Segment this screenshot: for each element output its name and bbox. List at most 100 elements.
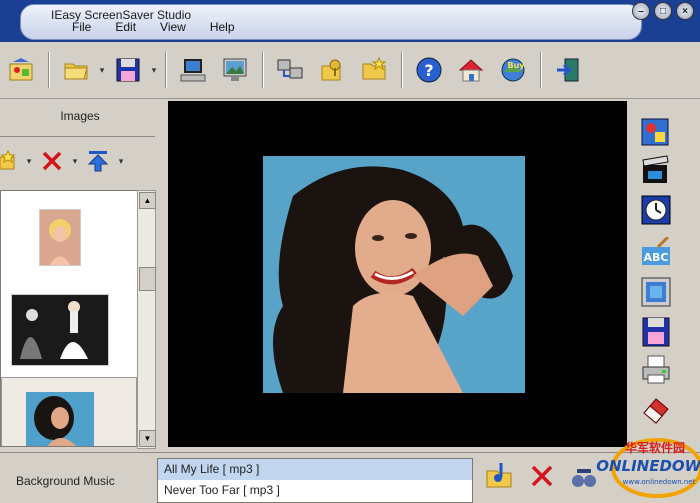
thumbnail-scrollbar[interactable]: ▲ ▼ <box>137 190 156 449</box>
window-controls: – □ × <box>632 2 694 20</box>
menu-edit[interactable]: Edit <box>103 20 148 36</box>
lock-button[interactable] <box>315 53 349 87</box>
scroll-down-button[interactable]: ▼ <box>139 430 156 447</box>
close-button[interactable]: × <box>676 2 694 20</box>
save-dropdown-arrow[interactable]: ▾ <box>149 65 159 76</box>
preview-screensaver-button[interactable] <box>176 53 210 87</box>
background-icon <box>641 277 671 307</box>
svg-text:ABC: ABC <box>644 251 669 264</box>
delete-icon <box>42 151 62 171</box>
delete-dropdown-arrow[interactable]: ▾ <box>70 156 80 167</box>
chevron-up-icon: ▲ <box>143 196 152 205</box>
buy-button[interactable]: Buy <box>496 53 530 87</box>
display-settings-button[interactable] <box>218 53 252 87</box>
home-icon <box>458 59 484 82</box>
add-image-button[interactable] <box>0 144 20 178</box>
effects-panel: ABC <box>632 99 700 449</box>
chevron-down-icon: ▼ <box>143 434 152 443</box>
preview-portrait-image <box>263 156 525 393</box>
transition-button[interactable] <box>640 155 672 185</box>
selected-list-item[interactable] <box>1 377 137 446</box>
scroll-thumb[interactable] <box>139 267 156 291</box>
menu-view[interactable]: View <box>148 20 198 36</box>
scroll-up-button[interactable]: ▲ <box>139 192 156 209</box>
music-toolbar <box>485 461 599 494</box>
image-settings-button[interactable] <box>640 117 672 147</box>
computer-network-icon <box>277 59 303 79</box>
minimize-button[interactable]: – <box>632 2 650 20</box>
preview-screensaver-icon <box>180 59 206 82</box>
save-output-icon <box>642 317 670 347</box>
toolbar-separator <box>165 52 166 88</box>
add-music-button[interactable] <box>485 461 515 494</box>
toolbar-separator <box>540 52 541 88</box>
list-item[interactable] <box>11 294 109 366</box>
help-button[interactable]: ? <box>412 53 446 87</box>
thumbnail-portrait-image <box>40 210 80 265</box>
text-abc-icon: ABC <box>642 235 670 265</box>
buy-icon: Buy <box>501 58 525 82</box>
music-list[interactable]: All My Life [ mp3 ] Never Too Far [ mp3 … <box>157 458 473 503</box>
exit-icon <box>557 58 579 82</box>
list-item[interactable]: Never Too Far [ mp3 ] <box>158 480 472 501</box>
maximize-button[interactable]: □ <box>654 2 672 20</box>
image-settings-icon <box>641 118 669 146</box>
menu-file[interactable]: File <box>60 20 103 36</box>
save-button[interactable] <box>111 53 145 87</box>
images-panel-divider <box>0 136 155 137</box>
preview-photo <box>263 156 525 393</box>
background-button[interactable] <box>640 277 672 307</box>
svg-text:华军软件园: 华军软件园 <box>625 440 685 455</box>
svg-text:?: ? <box>424 61 433 80</box>
svg-text:Buy: Buy <box>507 61 525 70</box>
images-toolbar: ▾ ▾ ▾ <box>0 140 160 182</box>
save-output-button[interactable] <box>640 317 672 347</box>
toolbar-separator <box>262 52 263 88</box>
thumbnail-figures-image <box>12 295 108 365</box>
add-image-icon <box>0 149 16 170</box>
move-up-icon <box>87 151 109 172</box>
clock-icon <box>641 195 671 225</box>
move-up-button[interactable] <box>84 144 112 178</box>
open-dropdown-arrow[interactable]: ▾ <box>97 65 107 76</box>
image-thumbnail-list[interactable] <box>0 190 140 447</box>
text-button[interactable]: ABC <box>640 235 672 267</box>
menu-bar: File Edit View Help <box>60 20 247 36</box>
menu-help[interactable]: Help <box>198 20 247 36</box>
watermark-logo: 华军软件园 ONLINEDOWN www.onlinedown.net <box>585 438 700 500</box>
folder-star-icon <box>362 56 387 80</box>
background-music-label: Background Music <box>16 474 115 488</box>
delete-music-button[interactable] <box>529 461 555 494</box>
save-icon <box>116 58 140 82</box>
add-image-dropdown-arrow[interactable]: ▾ <box>24 156 34 167</box>
clear-button[interactable] <box>640 395 672 425</box>
images-panel-title: Images <box>60 109 100 123</box>
svg-text:www.onlinedown.net: www.onlinedown.net <box>623 478 696 486</box>
new-project-icon <box>9 58 33 81</box>
delete-image-button[interactable] <box>38 144 66 178</box>
home-button[interactable] <box>454 53 488 87</box>
thumbnail-selected-image <box>26 392 94 446</box>
toolbar-separator <box>401 52 402 88</box>
title-bar: IEasy ScreenSaver Studio File Edit View … <box>0 0 700 42</box>
timing-button[interactable] <box>640 195 672 225</box>
print-button[interactable] <box>640 355 672 385</box>
close-icon: × <box>682 5 688 17</box>
delete-music-icon <box>531 465 553 487</box>
exit-button[interactable] <box>551 53 585 87</box>
eraser-icon <box>643 398 669 424</box>
network-button[interactable] <box>273 53 307 87</box>
add-music-icon <box>486 463 512 488</box>
list-item[interactable] <box>39 209 81 266</box>
printer-icon <box>642 355 670 384</box>
svg-text:ONLINEDOWN: ONLINEDOWN <box>596 457 700 475</box>
folder-star-button[interactable] <box>357 53 391 87</box>
move-up-dropdown-arrow[interactable]: ▾ <box>116 156 126 167</box>
open-folder-icon <box>64 63 88 80</box>
maximize-icon: □ <box>659 5 667 17</box>
new-project-button[interactable] <box>4 53 38 87</box>
open-button[interactable] <box>59 53 93 87</box>
list-item[interactable]: All My Life [ mp3 ] <box>158 459 472 480</box>
help-icon: ? <box>416 57 442 83</box>
main-toolbar: ▾ ▾ ? Buy <box>0 42 700 99</box>
